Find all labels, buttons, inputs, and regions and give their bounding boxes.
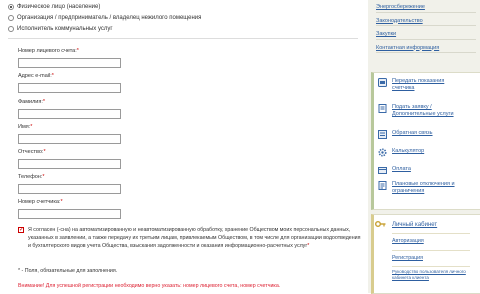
link-contacts[interactable]: Контактная информация [376,44,476,53]
consent-block: ✓ Я согласен (-сна) на автоматизированну… [18,226,363,250]
sidebar: Энергосбережение Законодательство Закупк… [368,0,480,294]
meter-icon [378,78,387,87]
meter-number-input[interactable] [18,209,121,219]
service-outages[interactable]: Плановые отключения и ограничения [378,181,462,195]
divider [8,38,358,39]
consent-checkbox[interactable]: ✓ [18,227,24,233]
link-register[interactable]: Регистрация [392,255,423,261]
meter-number-label: Номер счетчика:* [18,199,63,205]
personal-cabinet-title[interactable]: Личный кабинет [392,222,437,228]
service-calculator[interactable]: Калькулятор [378,148,424,157]
key-icon [375,221,386,227]
link-login[interactable]: Авторизация [392,238,424,244]
service-feedback[interactable]: Обратная связь [378,130,433,139]
service-label: Обратная связь [392,130,433,136]
payment-icon [378,167,387,174]
radio-label-organization: Организация / предприниматель / владелец… [17,15,202,21]
first-name-input[interactable] [18,134,121,144]
radio-button-organization[interactable] [8,15,14,21]
radio-organization[interactable]: Организация / предприниматель / владелец… [8,15,201,21]
email-label: Адрес e-mail:* [18,73,54,79]
radio-button-individual[interactable] [8,4,14,10]
service-request[interactable]: Подать заявку / Дополнительные услуги [378,104,470,118]
link-procurement[interactable]: Закупки [376,30,476,40]
divider [392,250,470,251]
phone-label: Телефон:* [18,174,45,180]
divider [392,233,470,234]
radio-button-contractor[interactable] [8,26,14,32]
document-icon [378,104,387,113]
registration-form: Физическое лицо (население) Организация … [0,0,368,293]
required-fields-note: * - Поля, обязательные для заполнения. [18,268,118,274]
radio-label-individual: Физическое лицо (население) [17,4,101,10]
gear-icon [378,148,387,157]
first-name-label: Имя:* [18,124,33,130]
service-label: Плановые отключения и ограничения [392,181,455,194]
patronymic-label: Отчество:* [18,149,46,155]
patronymic-input[interactable] [18,159,121,169]
registration-warning: Внимание! Для успешной регистрации необх… [18,283,281,289]
link-energy-saving[interactable]: Энергосбережение [376,3,476,13]
last-name-input[interactable] [18,109,121,119]
service-label: Передать показания счетчика [392,78,445,91]
service-label: Калькулятор [392,148,425,154]
service-label: Подать заявку / Дополнительные услуги [392,104,454,117]
radio-contractor[interactable]: Исполнитель коммунальных услуг [8,26,113,32]
link-user-guide[interactable]: Руководство пользователя личного кабинет… [392,269,472,281]
divider [392,266,470,267]
radio-label-contractor: Исполнитель коммунальных услуг [17,26,113,32]
feedback-icon [378,130,387,139]
account-number-input[interactable] [18,58,121,68]
service-submit-readings[interactable]: Передать показания счетчика [378,78,462,92]
phone-input[interactable] [18,184,121,194]
service-label: Оплата [392,166,411,172]
link-legislation[interactable]: Законодательство [376,17,476,26]
radio-individual[interactable]: Физическое лицо (население) [8,4,100,10]
sidebar-top-links: Энергосбережение Законодательство Закупк… [376,3,476,57]
service-payment[interactable]: Оплата [378,166,411,175]
consent-text: Я согласен (-сна) на автоматизированную … [28,227,361,249]
last-name-label: Фамилия:* [18,99,46,105]
email-input[interactable] [18,83,121,93]
account-number-label: Номер лицевого счета:* [18,48,79,54]
schedule-icon [378,181,387,190]
